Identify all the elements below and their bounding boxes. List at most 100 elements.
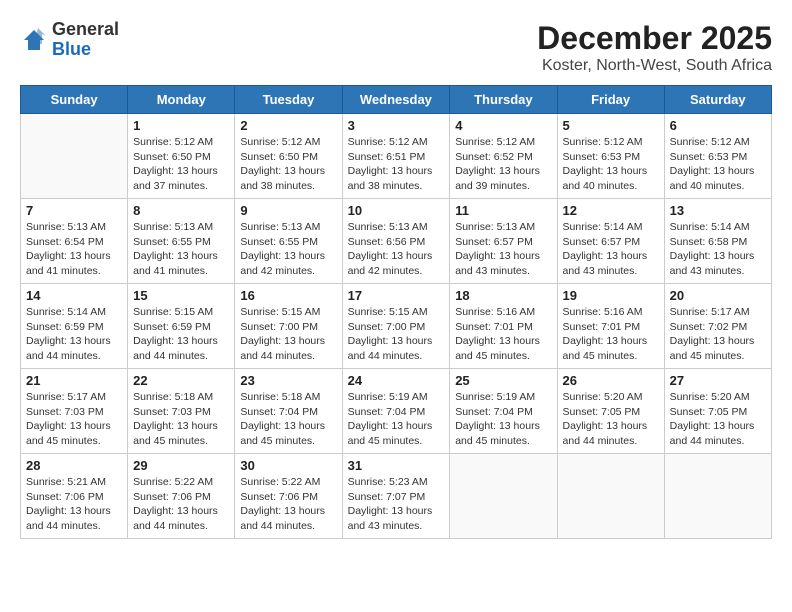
day-info: Sunrise: 5:15 AM Sunset: 6:59 PM Dayligh… bbox=[133, 305, 229, 364]
calendar-day-header: Sunday bbox=[21, 86, 128, 114]
calendar-cell bbox=[557, 454, 664, 539]
calendar-cell: 30 Sunrise: 5:22 AM Sunset: 7:06 PM Dayli… bbox=[235, 454, 342, 539]
calendar-week-row: 21Sunrise: 5:17 AM Sunset: 7:03 PM Dayli… bbox=[21, 369, 772, 454]
logo: General Blue bbox=[20, 20, 119, 60]
day-info: Sunrise: 5:16 AM Sunset: 7:01 PM Dayligh… bbox=[563, 305, 659, 364]
logo-icon bbox=[20, 26, 48, 54]
title-block: December 2025 Koster, North-West, South … bbox=[537, 20, 772, 75]
calendar-cell: 8 Sunrise: 5:13 AM Sunset: 6:55 PM Daylig… bbox=[128, 199, 235, 284]
day-number: 23 bbox=[240, 373, 336, 388]
day-number: 6 bbox=[670, 118, 766, 133]
day-info: Sunrise: 5:15 AM Sunset: 7:00 PM Dayligh… bbox=[348, 305, 445, 364]
day-number: 5 bbox=[563, 118, 659, 133]
day-info: Sunrise: 5:12 AM Sunset: 6:50 PM Dayligh… bbox=[240, 135, 336, 194]
day-number: 9 bbox=[240, 203, 336, 218]
calendar-cell: 24 Sunrise: 5:19 AM Sunset: 7:04 PM Dayli… bbox=[342, 369, 450, 454]
day-info: Sunrise: 5:22 AM Sunset: 7:06 PM Dayligh… bbox=[240, 475, 336, 534]
calendar-cell: 15 Sunrise: 5:15 AM Sunset: 6:59 PM Dayli… bbox=[128, 284, 235, 369]
calendar-cell: 19 Sunrise: 5:16 AM Sunset: 7:01 PM Dayli… bbox=[557, 284, 664, 369]
page-title: December 2025 bbox=[537, 20, 772, 57]
day-number: 3 bbox=[348, 118, 445, 133]
calendar-cell: 11 Sunrise: 5:13 AM Sunset: 6:57 PM Dayli… bbox=[450, 199, 557, 284]
calendar-week-row: 1 Sunrise: 5:12 AM Sunset: 6:50 PM Daylig… bbox=[21, 114, 772, 199]
day-info: Sunrise: 5:12 AM Sunset: 6:53 PM Dayligh… bbox=[670, 135, 766, 194]
calendar-cell: 22Sunrise: 5:18 AM Sunset: 7:03 PM Dayli… bbox=[128, 369, 235, 454]
day-number: 26 bbox=[563, 373, 659, 388]
calendar-cell: 6 Sunrise: 5:12 AM Sunset: 6:53 PM Daylig… bbox=[664, 114, 771, 199]
day-number: 15 bbox=[133, 288, 229, 303]
day-info: Sunrise: 5:13 AM Sunset: 6:55 PM Dayligh… bbox=[240, 220, 336, 279]
day-info: Sunrise: 5:16 AM Sunset: 7:01 PM Dayligh… bbox=[455, 305, 551, 364]
day-info: Sunrise: 5:18 AM Sunset: 7:03 PM Dayligh… bbox=[133, 390, 229, 449]
day-number: 16 bbox=[240, 288, 336, 303]
day-info: Sunrise: 5:21 AM Sunset: 7:06 PM Dayligh… bbox=[26, 475, 122, 534]
day-number: 13 bbox=[670, 203, 766, 218]
day-info: Sunrise: 5:19 AM Sunset: 7:04 PM Dayligh… bbox=[348, 390, 445, 449]
calendar-cell: 2 Sunrise: 5:12 AM Sunset: 6:50 PM Daylig… bbox=[235, 114, 342, 199]
day-info: Sunrise: 5:18 AM Sunset: 7:04 PM Dayligh… bbox=[240, 390, 336, 449]
calendar-cell: 31Sunrise: 5:23 AM Sunset: 7:07 PM Dayli… bbox=[342, 454, 450, 539]
calendar-cell: 25 Sunrise: 5:19 AM Sunset: 7:04 PM Dayli… bbox=[450, 369, 557, 454]
calendar-cell bbox=[450, 454, 557, 539]
calendar-header-row: SundayMondayTuesdayWednesdayThursdayFrid… bbox=[21, 86, 772, 114]
calendar-day-header: Tuesday bbox=[235, 86, 342, 114]
day-number: 29 bbox=[133, 458, 229, 473]
day-number: 8 bbox=[133, 203, 229, 218]
day-number: 11 bbox=[455, 203, 551, 218]
calendar-cell: 17 Sunrise: 5:15 AM Sunset: 7:00 PM Dayli… bbox=[342, 284, 450, 369]
day-info: Sunrise: 5:13 AM Sunset: 6:57 PM Dayligh… bbox=[455, 220, 551, 279]
day-number: 18 bbox=[455, 288, 551, 303]
page-header: General Blue December 2025 Koster, North… bbox=[20, 20, 772, 75]
calendar-cell: 7Sunrise: 5:13 AM Sunset: 6:54 PM Daylig… bbox=[21, 199, 128, 284]
calendar-cell: 20Sunrise: 5:17 AM Sunset: 7:02 PM Dayli… bbox=[664, 284, 771, 369]
day-info: Sunrise: 5:14 AM Sunset: 6:57 PM Dayligh… bbox=[563, 220, 659, 279]
day-info: Sunrise: 5:20 AM Sunset: 7:05 PM Dayligh… bbox=[670, 390, 766, 449]
day-number: 12 bbox=[563, 203, 659, 218]
calendar-cell: 10 Sunrise: 5:13 AM Sunset: 6:56 PM Dayli… bbox=[342, 199, 450, 284]
day-info: Sunrise: 5:12 AM Sunset: 6:53 PM Dayligh… bbox=[563, 135, 659, 194]
calendar-cell: 1 Sunrise: 5:12 AM Sunset: 6:50 PM Daylig… bbox=[128, 114, 235, 199]
calendar-cell bbox=[664, 454, 771, 539]
day-number: 30 bbox=[240, 458, 336, 473]
calendar-cell: 5 Sunrise: 5:12 AM Sunset: 6:53 PM Daylig… bbox=[557, 114, 664, 199]
day-number: 24 bbox=[348, 373, 445, 388]
day-info: Sunrise: 5:12 AM Sunset: 6:52 PM Dayligh… bbox=[455, 135, 551, 194]
day-number: 2 bbox=[240, 118, 336, 133]
calendar-day-header: Monday bbox=[128, 86, 235, 114]
calendar-cell: 12 Sunrise: 5:14 AM Sunset: 6:57 PM Dayli… bbox=[557, 199, 664, 284]
day-info: Sunrise: 5:19 AM Sunset: 7:04 PM Dayligh… bbox=[455, 390, 551, 449]
calendar-week-row: 7Sunrise: 5:13 AM Sunset: 6:54 PM Daylig… bbox=[21, 199, 772, 284]
calendar-cell: 3 Sunrise: 5:12 AM Sunset: 6:51 PM Daylig… bbox=[342, 114, 450, 199]
day-info: Sunrise: 5:12 AM Sunset: 6:50 PM Dayligh… bbox=[133, 135, 229, 194]
calendar-day-header: Friday bbox=[557, 86, 664, 114]
day-info: Sunrise: 5:15 AM Sunset: 7:00 PM Dayligh… bbox=[240, 305, 336, 364]
calendar-cell: 27 Sunrise: 5:20 AM Sunset: 7:05 PM Dayli… bbox=[664, 369, 771, 454]
calendar-week-row: 28Sunrise: 5:21 AM Sunset: 7:06 PM Dayli… bbox=[21, 454, 772, 539]
calendar-table: SundayMondayTuesdayWednesdayThursdayFrid… bbox=[20, 85, 772, 539]
calendar-cell bbox=[21, 114, 128, 199]
day-info: Sunrise: 5:12 AM Sunset: 6:51 PM Dayligh… bbox=[348, 135, 445, 194]
calendar-cell: 29 Sunrise: 5:22 AM Sunset: 7:06 PM Dayli… bbox=[128, 454, 235, 539]
day-info: Sunrise: 5:22 AM Sunset: 7:06 PM Dayligh… bbox=[133, 475, 229, 534]
calendar-cell: 21Sunrise: 5:17 AM Sunset: 7:03 PM Dayli… bbox=[21, 369, 128, 454]
day-info: Sunrise: 5:13 AM Sunset: 6:56 PM Dayligh… bbox=[348, 220, 445, 279]
day-number: 19 bbox=[563, 288, 659, 303]
day-info: Sunrise: 5:13 AM Sunset: 6:55 PM Dayligh… bbox=[133, 220, 229, 279]
calendar-cell: 16 Sunrise: 5:15 AM Sunset: 7:00 PM Dayli… bbox=[235, 284, 342, 369]
day-number: 14 bbox=[26, 288, 122, 303]
logo-text: General Blue bbox=[52, 20, 119, 60]
day-number: 31 bbox=[348, 458, 445, 473]
day-info: Sunrise: 5:14 AM Sunset: 6:58 PM Dayligh… bbox=[670, 220, 766, 279]
calendar-cell: 4Sunrise: 5:12 AM Sunset: 6:52 PM Daylig… bbox=[450, 114, 557, 199]
day-number: 20 bbox=[670, 288, 766, 303]
day-number: 21 bbox=[26, 373, 122, 388]
day-number: 27 bbox=[670, 373, 766, 388]
day-number: 17 bbox=[348, 288, 445, 303]
calendar-week-row: 14Sunrise: 5:14 AM Sunset: 6:59 PM Dayli… bbox=[21, 284, 772, 369]
day-number: 10 bbox=[348, 203, 445, 218]
day-number: 25 bbox=[455, 373, 551, 388]
calendar-cell: 13 Sunrise: 5:14 AM Sunset: 6:58 PM Dayli… bbox=[664, 199, 771, 284]
calendar-day-header: Thursday bbox=[450, 86, 557, 114]
day-number: 7 bbox=[26, 203, 122, 218]
day-number: 1 bbox=[133, 118, 229, 133]
